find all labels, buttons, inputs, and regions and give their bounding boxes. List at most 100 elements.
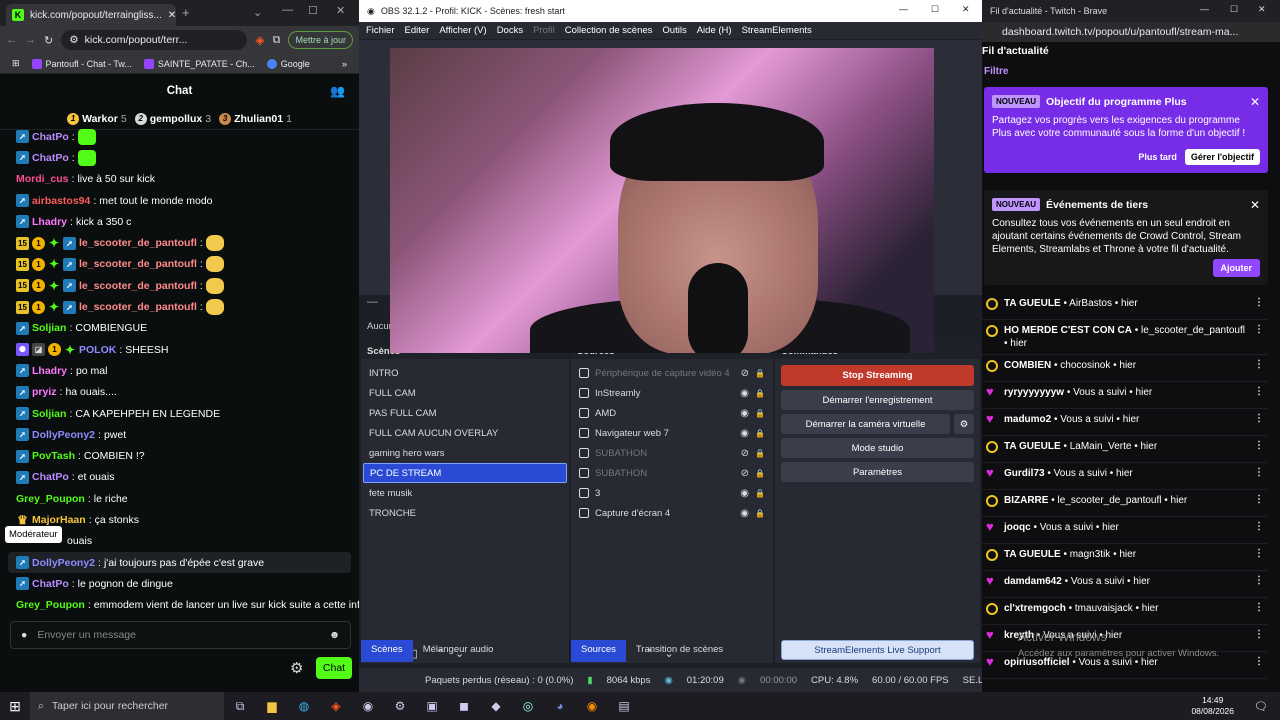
tab-search-icon[interactable]: ⌄	[253, 6, 262, 19]
chat-username[interactable]: ChatPo	[32, 578, 69, 590]
kick-badge-icon[interactable]: ➚	[63, 257, 76, 271]
tab-scenes[interactable]: Scènes	[361, 640, 413, 662]
chat-username[interactable]: pryiz	[32, 386, 57, 398]
more-bookmarks-icon[interactable]: »	[342, 59, 347, 69]
source-item[interactable]: AMD ◉ 🔒	[571, 403, 773, 423]
source-item[interactable]: SUBATHON ⊘ 🔒	[571, 443, 773, 463]
chat-username[interactable]: Lhadry	[32, 365, 67, 377]
chat-message[interactable]: 15 1 ✦ ➚ le_scooter_de_pantoufl:	[0, 275, 359, 296]
user-list-icon[interactable]: 👥	[330, 84, 345, 98]
crown-badge-icon[interactable]: ♛	[16, 513, 29, 527]
gold-badge-icon[interactable]: 1	[32, 300, 45, 314]
app-icon[interactable]: ▣	[416, 692, 448, 720]
app-icon[interactable]: ▤	[608, 692, 640, 720]
kick-badge-icon[interactable]: ➚	[16, 449, 29, 463]
chat-username[interactable]: ChatPo	[32, 131, 69, 143]
kick-badge-icon[interactable]: ➚	[16, 130, 29, 144]
virtual-camera-settings-icon[interactable]: ⚙	[954, 414, 974, 434]
back-icon[interactable]: ←	[6, 34, 17, 46]
chat-username[interactable]: Soljian	[32, 322, 66, 334]
reload-icon[interactable]: ↻	[44, 34, 53, 47]
source-item[interactable]: Navigateur web 7 ◉ 🔒	[571, 423, 773, 443]
chat-username[interactable]: le_scooter_de_pantoufl	[79, 280, 197, 292]
menu-item[interactable]: Fichier	[366, 25, 395, 36]
kick-badge-icon[interactable]: ➚	[63, 300, 76, 314]
minimize-icon[interactable]: —	[282, 4, 293, 16]
site-info-icon[interactable]: ⚙	[69, 34, 78, 46]
source-item[interactable]: 3 ◉ 🔒	[571, 483, 773, 503]
eye-icon[interactable]: ◉	[740, 388, 749, 399]
kick-badge-icon[interactable]: ➚	[16, 470, 29, 484]
later-button[interactable]: Plus tard	[1138, 152, 1177, 162]
kick-badge-icon[interactable]: ➚	[63, 279, 76, 293]
more-options-icon[interactable]: ⋮	[1254, 440, 1264, 451]
emote-icon[interactable]	[205, 277, 224, 294]
close-window-icon[interactable]: ✕	[962, 4, 970, 15]
chat-message[interactable]: ➚ airbastos94: met tout le monde modo	[0, 190, 359, 211]
chat-settings-icon[interactable]: ⚙	[290, 659, 303, 677]
feed-event[interactable]: TA GUEULE • AirBastos • hier ⋮	[982, 293, 1268, 320]
star-badge-icon[interactable]: ✦	[48, 236, 60, 250]
chat-message[interactable]: Mordi_cus: live à 50 sur kick	[0, 169, 359, 190]
more-options-icon[interactable]: ⋮	[1254, 521, 1264, 532]
feed-event[interactable]: ♥ Gurdil73 • Vous a suivi • hier ⋮	[982, 463, 1268, 490]
source-item[interactable]: SUBATHON ⊘ 🔒	[571, 463, 773, 483]
more-options-icon[interactable]: ⋮	[1254, 386, 1264, 397]
bot-icon[interactable]: ●	[21, 629, 27, 641]
maximize-icon[interactable]: ☐	[1230, 4, 1238, 15]
obs-icon[interactable]: ◉	[352, 692, 384, 720]
clock[interactable]: 14:49 08/08/2026	[1191, 695, 1234, 717]
eye-hidden-icon[interactable]: ⊘	[741, 368, 749, 379]
close-icon[interactable]: ✕	[1250, 95, 1260, 109]
bookmark-item[interactable]: Google	[266, 58, 310, 69]
edge-icon[interactable]: ◍	[288, 692, 320, 720]
chat-message[interactable]: Grey_Poupon: le riche	[0, 488, 359, 509]
vip-badge-icon[interactable]: ◪	[32, 343, 45, 357]
more-options-icon[interactable]: ⋮	[1254, 467, 1264, 478]
kick-badge-icon[interactable]: ➚	[16, 407, 29, 420]
feed-event[interactable]: ♥ damdam642 • Vous a suivi • hier ⋮	[982, 571, 1268, 598]
lock-icon[interactable]: 🔒	[755, 429, 765, 438]
more-options-icon[interactable]: ⋮	[1254, 602, 1264, 613]
menu-item[interactable]: Editer	[405, 25, 430, 36]
star-badge-icon[interactable]: ✦	[64, 343, 76, 357]
sub-badge-icon[interactable]: 15	[16, 257, 29, 271]
notifications-icon[interactable]: 🗨	[1254, 700, 1268, 713]
feed-event[interactable]: TA GUEULE • magn3tik • hier ⋮	[982, 544, 1268, 571]
scene-item[interactable]: FULL CAM AUCUN OVERLAY	[363, 423, 567, 443]
kick-badge-icon[interactable]: ➚	[16, 194, 29, 208]
gold-badge-icon[interactable]: 1	[32, 236, 45, 250]
chat-message[interactable]: ➚ Soljian: COMBIENGUE	[0, 318, 359, 339]
brave-shield-icon[interactable]: ◈	[255, 33, 264, 47]
send-chat-button[interactable]: Chat	[316, 657, 352, 679]
more-options-icon[interactable]: ⋮	[1254, 629, 1264, 640]
more-options-icon[interactable]: ⋮	[1254, 548, 1264, 559]
eye-icon[interactable]: ◉	[740, 428, 749, 439]
feed-event[interactable]: ♥ jooqc • Vous a suivi • hier ⋮	[982, 517, 1268, 544]
more-options-icon[interactable]: ⋮	[1254, 575, 1264, 586]
more-options-icon[interactable]: ⋮	[1254, 297, 1264, 308]
chat-message[interactable]: ➚ ChatPo:	[0, 126, 359, 147]
twitch-url[interactable]: dashboard.twitch.tv/popout/u/pantoufl/st…	[982, 22, 1280, 42]
minimize-icon[interactable]: —	[899, 4, 908, 14]
kick-badge-icon[interactable]: ➚	[16, 385, 29, 399]
maximize-icon[interactable]: ☐	[931, 4, 939, 15]
close-icon[interactable]: ✕	[1250, 198, 1260, 212]
url-field[interactable]: ⚙ kick.com/popout/terr...	[61, 30, 248, 50]
eye-hidden-icon[interactable]: ⊘	[741, 448, 749, 459]
emote-icon[interactable]	[77, 128, 96, 145]
chat-message[interactable]: ➚ Lhadry: po mal	[0, 360, 359, 381]
more-options-icon[interactable]: ⋮	[1254, 413, 1264, 424]
update-button[interactable]: Mettre à jour	[288, 31, 353, 49]
chat-username[interactable]: Mordi_cus	[16, 173, 69, 185]
windows-start-icon[interactable]: ⊞	[0, 692, 30, 720]
chat-message[interactable]: ➚ Soljian: CA KAPEHPEH EN LEGENDE	[0, 403, 359, 424]
chat-message[interactable]: 15 1 ✦ ➚ le_scooter_de_pantoufl:	[0, 254, 359, 275]
settings-button[interactable]: Paramètres	[781, 462, 974, 482]
source-item[interactable]: Périphérique de capture vidéo 4 ⊘ 🔒	[571, 363, 773, 383]
menu-item[interactable]: Docks	[497, 25, 523, 36]
emote-icon[interactable]	[205, 299, 224, 316]
browser-tab[interactable]: K kick.com/popout/terraingliss... ✕	[6, 4, 176, 26]
close-window-icon[interactable]: ✕	[1258, 4, 1266, 15]
se-live-support-button[interactable]: StreamElements Live Support	[781, 640, 974, 660]
